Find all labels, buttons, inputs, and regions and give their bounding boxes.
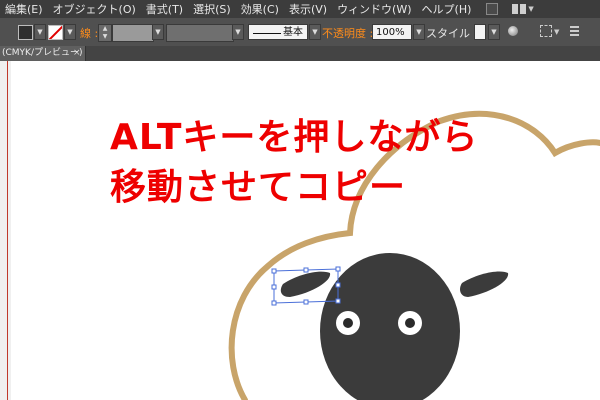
menu-view[interactable]: 表示(V) (284, 1, 332, 17)
brush-definition-field[interactable]: 基本 (248, 24, 308, 40)
instruction-text-line1: ALTキーを押しながら (110, 117, 479, 158)
stroke-line-preview (253, 33, 281, 34)
stroke-dropdown-icon[interactable]: ▼ (64, 24, 76, 40)
variable-width-dropdown-icon[interactable]: ▼ (232, 24, 244, 40)
fill-swatch[interactable] (18, 25, 33, 40)
artwork (228, 110, 600, 400)
graphic-style-label: スタイル : (426, 27, 478, 40)
control-bar: ▼ ▼ 線 : ▲ ▼ ▼ ▼ 基本 ▼ 不透明度 : 100% ▼ スタイル :… (0, 18, 600, 47)
transform-icon[interactable] (570, 24, 580, 38)
align-icon[interactable] (540, 25, 552, 37)
stroke-weight-stepper[interactable]: ▲ ▼ (98, 24, 112, 42)
menu-object[interactable]: オブジェクト(O) (48, 1, 141, 17)
document-tab-title: (CMYK/プレビュー) (2, 48, 83, 58)
recolor-artwork-icon[interactable] (508, 26, 518, 36)
graphic-style-swatch[interactable] (474, 24, 486, 40)
fill-dropdown-icon[interactable]: ▼ (34, 24, 46, 40)
graphic-style-dropdown-icon[interactable]: ▼ (488, 24, 500, 40)
stroke-weight-label: 線 : (80, 27, 99, 40)
menu-bar: 編集(E) オブジェクト(O) 書式(T) 選択(S) 効果(C) 表示(V) … (0, 0, 600, 18)
opacity-field[interactable]: 100% (372, 24, 412, 40)
sheep-right-pupil (405, 318, 415, 328)
brush-style-label: 基本 (283, 27, 303, 38)
bridge-icon[interactable] (486, 3, 499, 15)
sheep-left-pupil (343, 318, 353, 328)
arrange-documents-icon[interactable]: ▼ (512, 3, 534, 15)
document-tab-bar: (CMYK/プレビュー) × (0, 46, 600, 61)
menu-window[interactable]: ウィンドウ(W) (332, 1, 416, 17)
brush-definition-dropdown-icon[interactable]: ▼ (309, 24, 321, 40)
menu-help[interactable]: ヘルプ(H) (417, 1, 477, 17)
instruction-text-line2: 移動させてコピー (110, 167, 407, 208)
menu-effect[interactable]: 効果(C) (236, 1, 284, 17)
opacity-dropdown-icon[interactable]: ▼ (413, 24, 425, 40)
close-icon[interactable]: × (73, 46, 81, 61)
stroke-weight-dropdown-icon[interactable]: ▼ (152, 24, 164, 40)
variable-width-profile[interactable] (166, 24, 234, 42)
menu-edit[interactable]: 編集(E) (0, 1, 48, 17)
canvas[interactable]: ALTキーを押しながら 移動させてコピー (0, 61, 600, 400)
stroke-swatch[interactable] (48, 25, 63, 40)
sheep-right-ear (460, 271, 509, 297)
document-tab[interactable]: (CMYK/プレビュー) × (0, 46, 86, 61)
stroke-weight-field[interactable] (112, 24, 154, 42)
menu-select[interactable]: 選択(S) (188, 1, 236, 17)
menu-type[interactable]: 書式(T) (141, 1, 188, 17)
sheep-left-ear-copy (280, 271, 331, 297)
align-dropdown-icon[interactable]: ▼ (554, 28, 559, 36)
opacity-label: 不透明度 : (322, 27, 374, 40)
